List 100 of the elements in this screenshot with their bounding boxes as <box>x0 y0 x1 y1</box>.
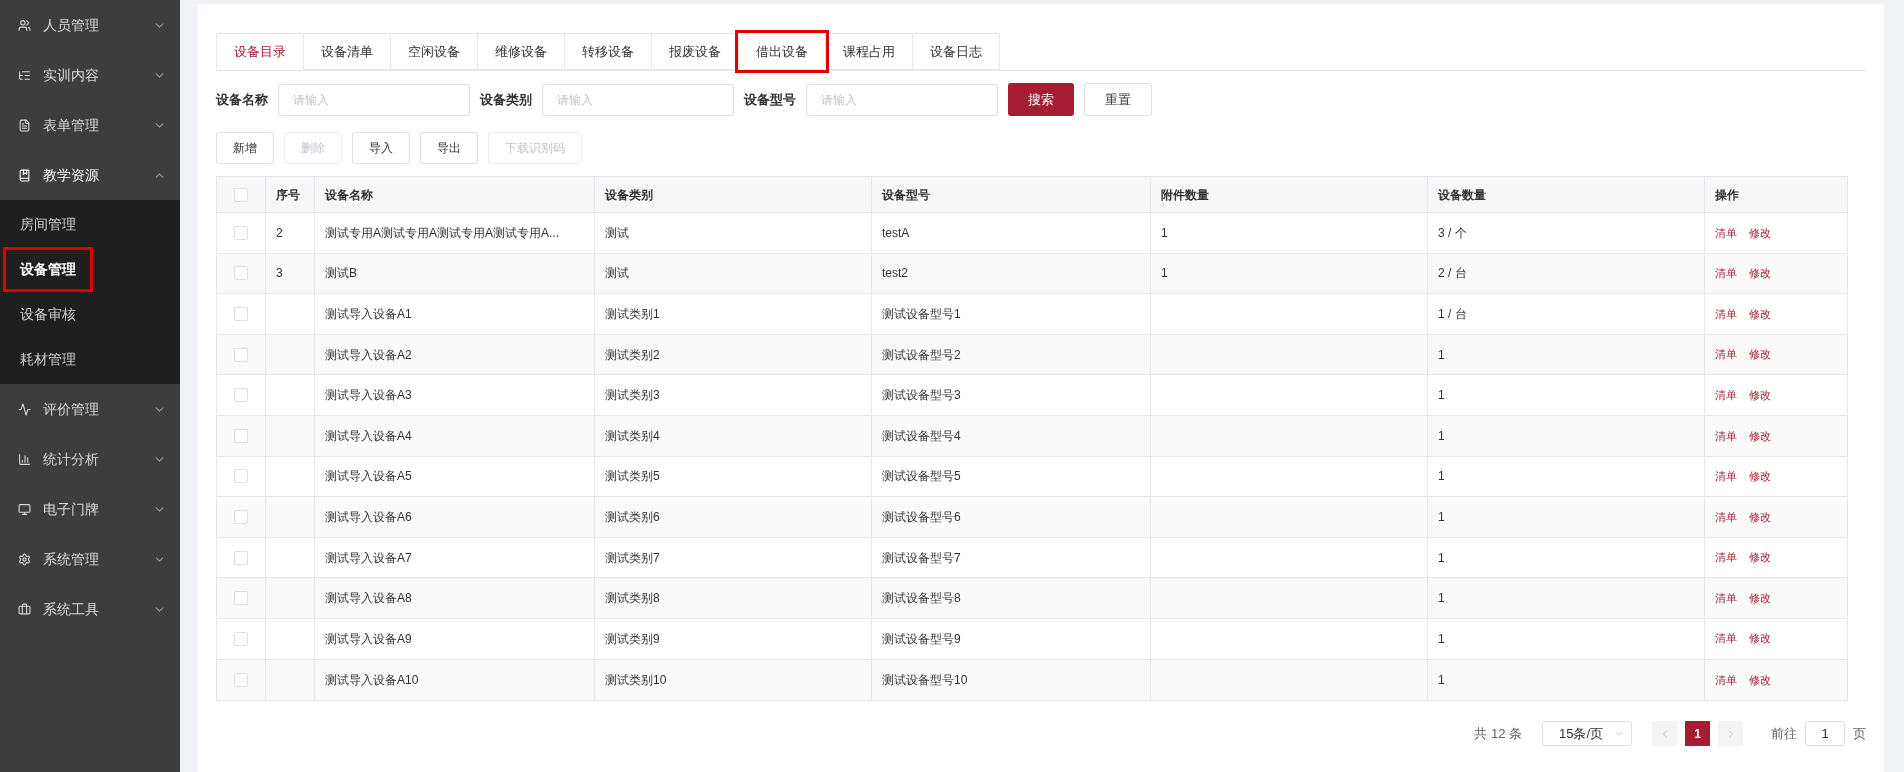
table-cell-text: 测试专用A测试专用A测试专用A测试专用A... <box>325 224 560 242</box>
tab[interactable]: 借出设备 <box>738 33 826 70</box>
toolbar-button[interactable]: 导入 <box>352 132 410 164</box>
action-link[interactable]: 修改 <box>1749 549 1771 566</box>
action-link[interactable]: 修改 <box>1749 427 1771 444</box>
table-cell-text: 3 / 个 <box>1438 224 1467 242</box>
action-link[interactable]: 修改 <box>1749 305 1771 323</box>
search-button[interactable]: 搜索 <box>1008 83 1074 116</box>
table-cell-text: 1 <box>1438 508 1445 526</box>
table-cell-text: 测试导入设备A7 <box>325 549 412 567</box>
checkbox[interactable] <box>234 591 248 606</box>
table-cell-text: 2 <box>276 224 283 242</box>
table-cell-text: 测试类别9 <box>605 630 660 648</box>
sidebar-item[interactable]: 人员管理 <box>0 0 180 50</box>
filter-input[interactable]: 请输入 <box>806 83 998 116</box>
tab[interactable]: 设备日志 <box>912 33 1000 70</box>
filter-input[interactable]: 请输入 <box>542 83 734 116</box>
checkbox[interactable] <box>234 225 248 240</box>
toolbar-button[interactable]: 导出 <box>420 132 478 164</box>
table-cell-text: 测试类别1 <box>605 306 660 323</box>
menu-icon <box>18 68 31 82</box>
table-cell-text: 测试 <box>605 265 629 283</box>
action-link[interactable]: 清单 <box>1715 224 1737 242</box>
action-link[interactable]: 修改 <box>1749 386 1771 404</box>
table-cell-text: 测试导入设备A5 <box>325 468 412 486</box>
action-link[interactable]: 清单 <box>1715 427 1737 444</box>
table-cell-text: 1 <box>1438 427 1445 445</box>
action-link[interactable]: 修改 <box>1749 508 1771 526</box>
menu-icon <box>18 552 31 566</box>
total-count: 共 12 条 <box>1474 724 1522 743</box>
action-link[interactable]: 修改 <box>1749 630 1771 647</box>
table-cell-text: 测试类别6 <box>605 508 660 526</box>
submenu-item[interactable]: 设备管理 <box>6 250 90 289</box>
action-link[interactable]: 清单 <box>1715 671 1737 689</box>
table-cell-text: 测试设备型号10 <box>882 671 968 689</box>
action-link[interactable]: 清单 <box>1715 305 1737 323</box>
table-cell-text: 1 <box>1438 468 1445 486</box>
action-link[interactable]: 清单 <box>1715 549 1737 566</box>
page-size-select[interactable]: 15条/页 <box>1542 721 1632 747</box>
checkbox[interactable] <box>234 509 248 524</box>
sidebar-item[interactable]: 教学资源 <box>0 150 180 200</box>
checkbox[interactable] <box>234 469 248 484</box>
action-link[interactable]: 修改 <box>1749 224 1771 242</box>
tab[interactable]: 空闲设备 <box>390 33 478 70</box>
sidebar-item[interactable]: 系统工具 <box>0 584 180 634</box>
page-button[interactable]: 1 <box>1685 721 1710 747</box>
table-cell-text: 1 <box>1438 671 1445 689</box>
checkbox[interactable] <box>234 631 248 646</box>
submenu-item[interactable]: 设备审核 <box>6 295 90 334</box>
action-link[interactable]: 修改 <box>1749 589 1771 607</box>
table-cell-text: test2 <box>882 265 908 283</box>
action-link[interactable]: 修改 <box>1749 346 1771 363</box>
table-cell-text: 测试设备型号8 <box>882 590 961 608</box>
action-link[interactable]: 修改 <box>1749 468 1771 485</box>
tab[interactable]: 设备清单 <box>303 33 391 70</box>
table-cell-text: 测试设备型号1 <box>882 306 961 323</box>
action-link[interactable]: 清单 <box>1715 630 1737 647</box>
action-link[interactable]: 修改 <box>1749 265 1771 282</box>
checkbox[interactable] <box>234 347 248 362</box>
tab[interactable]: 转移设备 <box>564 33 652 70</box>
sidebar-item[interactable]: 评价管理 <box>0 384 180 434</box>
action-link[interactable]: 清单 <box>1715 346 1737 363</box>
submenu-item[interactable]: 房间管理 <box>6 205 90 244</box>
table-cell-text: 测试导入设备A10 <box>325 671 419 689</box>
action-link[interactable]: 清单 <box>1715 468 1737 485</box>
checkbox[interactable] <box>234 672 248 687</box>
checkbox[interactable] <box>234 388 248 403</box>
filter-label: 设备型号 <box>744 90 796 109</box>
table-cell-text: 测试类别10 <box>605 671 667 689</box>
sidebar-item[interactable]: 电子门牌 <box>0 484 180 534</box>
reset-button[interactable]: 重置 <box>1084 83 1152 116</box>
tab[interactable]: 设备目录 <box>216 33 304 70</box>
sidebar-item[interactable]: 系统管理 <box>0 534 180 584</box>
sidebar-item[interactable]: 表单管理 <box>0 100 180 150</box>
action-link[interactable]: 清单 <box>1715 265 1737 282</box>
checkbox[interactable] <box>234 266 248 281</box>
checkbox[interactable] <box>234 307 248 321</box>
action-link[interactable]: 清单 <box>1715 589 1737 607</box>
toolbar-button[interactable]: 新增 <box>216 132 274 164</box>
submenu-item[interactable]: 耗材管理 <box>6 340 90 379</box>
table-cell-text: 测试设备型号4 <box>882 427 961 445</box>
sidebar-item[interactable]: 实训内容 <box>0 50 180 100</box>
menu-icon <box>18 168 31 182</box>
checkbox[interactable] <box>234 550 248 565</box>
table-cell-text: 测试设备型号5 <box>882 468 961 486</box>
action-link[interactable]: 清单 <box>1715 508 1737 526</box>
checkbox[interactable] <box>234 428 248 443</box>
checkbox[interactable] <box>234 187 248 202</box>
goto-page-input[interactable]: 1 <box>1805 721 1845 747</box>
menu-icon <box>18 402 31 416</box>
filter-input[interactable]: 请输入 <box>278 83 470 116</box>
action-link[interactable]: 修改 <box>1749 671 1771 689</box>
table-cell-text: 1 / 台 <box>1438 306 1467 323</box>
table-cell-text: 测试导入设备A2 <box>325 346 412 364</box>
table-cell-text: 测试导入设备A6 <box>325 508 412 526</box>
sidebar-item[interactable]: 统计分析 <box>0 434 180 484</box>
action-link[interactable]: 清单 <box>1715 386 1737 404</box>
tab[interactable]: 维修设备 <box>477 33 565 70</box>
column-header: 附件数量 <box>1161 186 1209 204</box>
menu-icon <box>18 452 31 466</box>
